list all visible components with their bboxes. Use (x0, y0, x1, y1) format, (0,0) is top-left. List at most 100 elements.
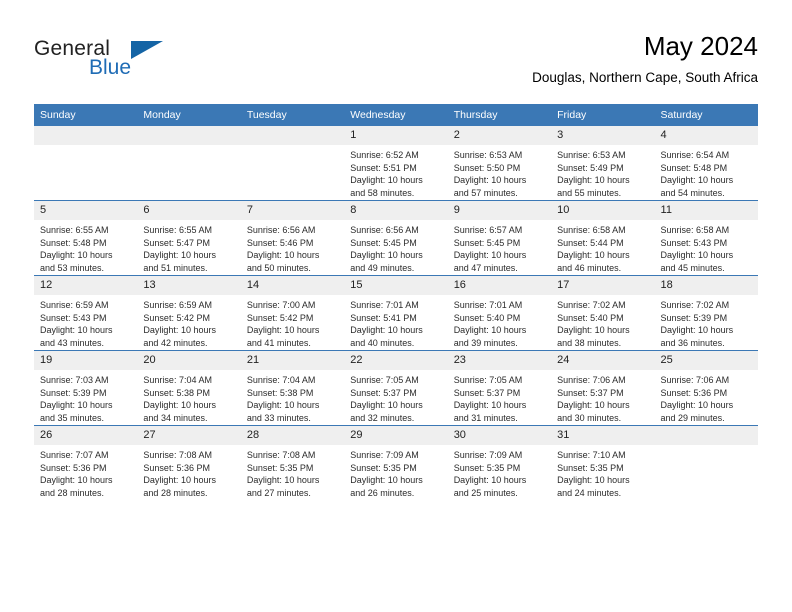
calendar-day-cell[interactable]: 22 Sunrise: 7:05 AM Sunset: 5:37 PM Dayligh… (344, 350, 448, 426)
day-number: 1 (344, 126, 448, 145)
calendar-day-cell[interactable]: 11 Sunrise: 6:58 AM Sunset: 5:43 PM Dayligh… (654, 200, 758, 276)
sunrise-text: Sunrise: 7:09 AM (350, 450, 419, 460)
daylight-text-line1: Daylight: 10 hours (557, 400, 630, 411)
calendar-week-row: 1 Sunrise: 6:52 AM Sunset: 5:51 PM Daylight… (34, 126, 758, 201)
daylight-text-line2: and 35 minutes. (40, 412, 105, 423)
calendar-day-cell[interactable] (240, 126, 345, 201)
calendar-day-cell[interactable] (34, 126, 138, 201)
calendar-day-cell[interactable]: 18 Sunrise: 7:02 AM Sunset: 5:39 PM Dayligh… (654, 275, 758, 351)
daylight-text-line1: Daylight: 10 hours (40, 400, 113, 411)
sunrise-text: Sunrise: 6:55 AM (40, 225, 109, 235)
day-details: Sunrise: 7:02 AM Sunset: 5:39 PM Daylight:… (655, 295, 758, 349)
calendar-day-cell[interactable]: 7 Sunrise: 6:56 AM Sunset: 5:46 PM Daylight… (240, 200, 345, 276)
day-number: 4 (654, 126, 758, 145)
calendar-day-cell[interactable]: 20 Sunrise: 7:04 AM Sunset: 5:38 PM Dayligh… (137, 350, 241, 426)
weekday-header-thursday: Thursday (447, 104, 552, 126)
brand-logo[interactable]: General Blue (34, 38, 274, 94)
calendar-day-cell[interactable]: 14 Sunrise: 7:00 AM Sunset: 5:42 PM Dayligh… (240, 275, 345, 351)
sunset-text: Sunset: 5:49 PM (557, 162, 624, 173)
sunrise-text: Sunrise: 7:10 AM (557, 450, 626, 460)
daylight-text-line1: Daylight: 10 hours (557, 175, 630, 186)
day-number: 16 (447, 276, 552, 295)
sunset-text: Sunset: 5:45 PM (453, 237, 521, 248)
calendar-week-row: 5 Sunrise: 6:55 AM Sunset: 5:48 PM Daylight… (34, 200, 758, 276)
day-details: Sunrise: 7:09 AM Sunset: 5:35 PM Daylight:… (344, 445, 447, 499)
sunrise-text: Sunrise: 6:55 AM (143, 225, 212, 235)
day-details: Sunrise: 6:59 AM Sunset: 5:43 PM Daylight:… (34, 295, 137, 349)
calendar-day-cell[interactable]: 27 Sunrise: 7:08 AM Sunset: 5:36 PM Dayligh… (137, 425, 241, 500)
calendar-day-cell[interactable]: 5 Sunrise: 6:55 AM Sunset: 5:48 PM Daylight… (34, 200, 138, 276)
sunrise-text: Sunrise: 7:05 AM (350, 375, 419, 385)
calendar-day-cell[interactable]: 10 Sunrise: 6:58 AM Sunset: 5:44 PM Dayligh… (551, 200, 655, 276)
day-number: 24 (551, 351, 655, 370)
daylight-text-line2: and 54 minutes. (660, 187, 725, 198)
calendar-day-cell[interactable] (137, 126, 241, 201)
calendar-day-cell[interactable]: 31 Sunrise: 7:10 AM Sunset: 5:35 PM Dayligh… (551, 425, 655, 500)
calendar-day-cell[interactable]: 30 Sunrise: 7:09 AM Sunset: 5:35 PM Dayligh… (447, 425, 552, 500)
sunset-text: Sunset: 5:39 PM (660, 312, 728, 323)
day-number (137, 126, 241, 145)
sunset-text: Sunset: 5:37 PM (453, 387, 521, 398)
daylight-text-line1: Daylight: 10 hours (246, 475, 320, 486)
calendar-day-cell[interactable]: 8 Sunrise: 6:56 AM Sunset: 5:45 PM Daylight… (344, 200, 448, 276)
sunrise-text: Sunrise: 7:08 AM (143, 450, 212, 460)
day-details: Sunrise: 7:06 AM Sunset: 5:37 PM Daylight:… (551, 370, 654, 424)
daylight-text-line2: and 32 minutes. (350, 412, 415, 423)
calendar-day-cell[interactable]: 25 Sunrise: 7:06 AM Sunset: 5:36 PM Dayligh… (654, 350, 758, 426)
day-number: 22 (344, 351, 448, 370)
day-number: 26 (34, 426, 138, 445)
day-details: Sunrise: 6:52 AM Sunset: 5:51 PM Daylight:… (344, 145, 447, 199)
daylight-text-line2: and 58 minutes. (350, 187, 415, 198)
calendar-day-cell[interactable]: 3 Sunrise: 6:53 AM Sunset: 5:49 PM Daylight… (551, 126, 655, 201)
daylight-text-line2: and 33 minutes. (246, 412, 311, 423)
calendar-day-cell[interactable]: 2 Sunrise: 6:53 AM Sunset: 5:50 PM Daylight… (447, 126, 552, 201)
calendar-day-cell[interactable]: 1 Sunrise: 6:52 AM Sunset: 5:51 PM Daylight… (344, 126, 448, 201)
sunset-text: Sunset: 5:35 PM (453, 462, 521, 473)
daylight-text-line2: and 39 minutes. (453, 337, 518, 348)
calendar-day-cell[interactable]: 29 Sunrise: 7:09 AM Sunset: 5:35 PM Dayligh… (344, 425, 448, 500)
day-details: Sunrise: 6:53 AM Sunset: 5:50 PM Daylight:… (448, 145, 551, 199)
calendar-day-cell[interactable] (654, 425, 758, 500)
sunrise-text: Sunrise: 7:05 AM (453, 375, 523, 385)
calendar-day-cell[interactable]: 23 Sunrise: 7:05 AM Sunset: 5:37 PM Dayligh… (447, 350, 552, 426)
daylight-text-line2: and 51 minutes. (143, 262, 208, 273)
weekday-header-wednesday: Wednesday (344, 104, 448, 126)
day-number: 10 (551, 201, 655, 220)
calendar-day-cell[interactable]: 26 Sunrise: 7:07 AM Sunset: 5:36 PM Dayligh… (34, 425, 138, 500)
day-number: 31 (551, 426, 655, 445)
sunset-text: Sunset: 5:46 PM (246, 237, 314, 248)
daylight-text-line2: and 41 minutes. (246, 337, 311, 348)
calendar-day-cell[interactable]: 4 Sunrise: 6:54 AM Sunset: 5:48 PM Daylight… (654, 126, 758, 201)
sunset-text: Sunset: 5:35 PM (557, 462, 624, 473)
location-subtitle: Douglas, Northern Cape, South Africa (532, 70, 758, 85)
calendar-day-cell[interactable]: 17 Sunrise: 7:02 AM Sunset: 5:40 PM Dayligh… (551, 275, 655, 351)
calendar-day-cell[interactable]: 13 Sunrise: 6:59 AM Sunset: 5:42 PM Dayligh… (137, 275, 241, 351)
day-details: Sunrise: 6:58 AM Sunset: 5:44 PM Daylight:… (551, 220, 654, 274)
sunrise-text: Sunrise: 7:00 AM (246, 300, 316, 310)
calendar-day-cell[interactable]: 12 Sunrise: 6:59 AM Sunset: 5:43 PM Dayligh… (34, 275, 138, 351)
triangle-icon (131, 41, 163, 59)
daylight-text-line2: and 42 minutes. (143, 337, 208, 348)
daylight-text-line1: Daylight: 10 hours (350, 400, 423, 411)
sunrise-text: Sunrise: 7:04 AM (246, 375, 316, 385)
sunset-text: Sunset: 5:48 PM (660, 162, 728, 173)
day-details: Sunrise: 7:05 AM Sunset: 5:37 PM Daylight:… (344, 370, 447, 424)
day-details: Sunrise: 7:01 AM Sunset: 5:41 PM Daylight:… (344, 295, 447, 349)
daylight-text-line2: and 36 minutes. (660, 337, 725, 348)
sunrise-text: Sunrise: 7:02 AM (660, 300, 730, 310)
calendar-day-cell[interactable]: 6 Sunrise: 6:55 AM Sunset: 5:47 PM Daylight… (137, 200, 241, 276)
calendar-day-cell[interactable]: 21 Sunrise: 7:04 AM Sunset: 5:38 PM Dayligh… (240, 350, 345, 426)
daylight-text-line2: and 26 minutes. (350, 487, 415, 498)
calendar-day-cell[interactable]: 28 Sunrise: 7:08 AM Sunset: 5:35 PM Dayligh… (240, 425, 345, 500)
calendar-table: Sunday Monday Tuesday Wednesday Thursday… (34, 104, 758, 500)
calendar-day-cell[interactable]: 15 Sunrise: 7:01 AM Sunset: 5:41 PM Dayligh… (344, 275, 448, 351)
daylight-text-line1: Daylight: 10 hours (143, 250, 216, 261)
daylight-text-line1: Daylight: 10 hours (246, 250, 320, 261)
calendar-day-cell[interactable]: 9 Sunrise: 6:57 AM Sunset: 5:45 PM Daylight… (447, 200, 552, 276)
calendar-day-cell[interactable]: 16 Sunrise: 7:01 AM Sunset: 5:40 PM Dayligh… (447, 275, 552, 351)
calendar-day-cell[interactable]: 24 Sunrise: 7:06 AM Sunset: 5:37 PM Dayligh… (551, 350, 655, 426)
daylight-text-line1: Daylight: 10 hours (557, 250, 630, 261)
sunset-text: Sunset: 5:41 PM (350, 312, 417, 323)
calendar-day-cell[interactable]: 19 Sunrise: 7:03 AM Sunset: 5:39 PM Dayligh… (34, 350, 138, 426)
daylight-text-line1: Daylight: 10 hours (660, 400, 734, 411)
